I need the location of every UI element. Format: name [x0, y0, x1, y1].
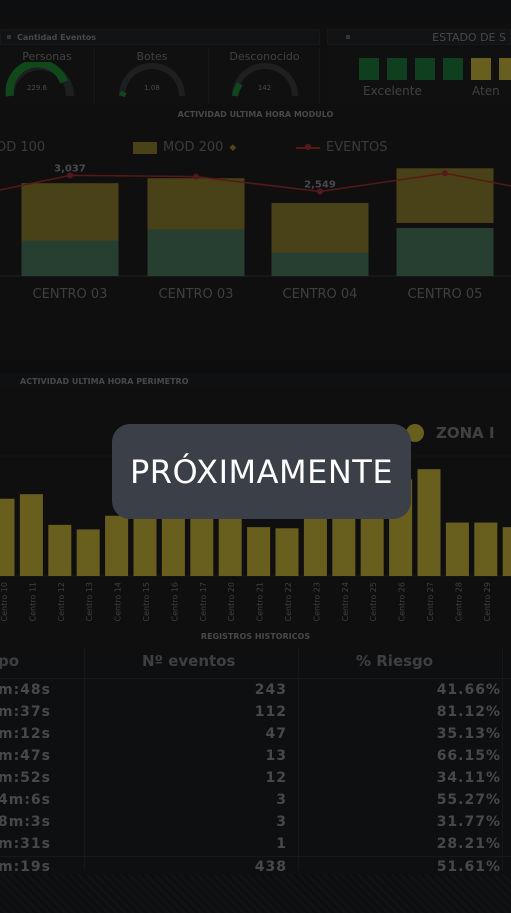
modal-message: PRÓXIMAMENTE [129, 452, 394, 491]
proximamente-modal: PRÓXIMAMENTE [112, 424, 411, 519]
